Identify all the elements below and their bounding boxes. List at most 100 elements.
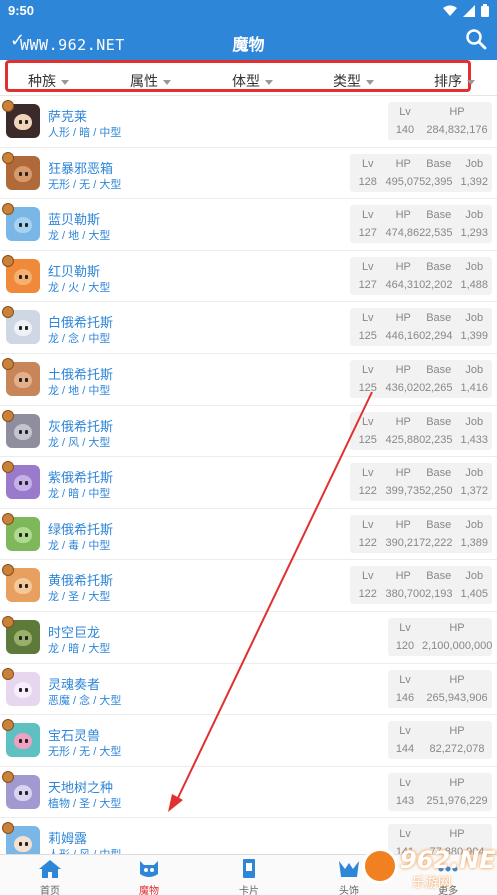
- filter-label: 排序: [434, 73, 462, 89]
- filter-race[interactable]: 种族: [28, 71, 69, 91]
- avatar-eye: [25, 842, 28, 847]
- stat-column: Lv 128: [350, 154, 386, 192]
- filter-label: 属性: [130, 73, 158, 89]
- list-item[interactable]: 白俄希托斯龙 / 念 / 中型 Lv 125 HP 446,160 Base 2,294 Jo…: [0, 302, 497, 354]
- monster-info: 人形 / 暗 / 中型: [48, 127, 122, 139]
- list-item[interactable]: 时空巨龙龙 / 暗 / 大型 Lv 120 HP 2,100,000,000: [0, 612, 497, 664]
- avatar-eye: [25, 223, 28, 228]
- list-item[interactable]: 萨克莱 人形 / 暗 / 中型 Lv 140 HP 284,832,176: [0, 96, 497, 148]
- nav-home[interactable]: 首页: [0, 855, 100, 895]
- list-item[interactable]: 紫俄希托斯龙 / 暗 / 中型 Lv 122 HP 399,735 Base 2,250 Jo…: [0, 457, 497, 509]
- stat-label: Base: [426, 312, 452, 325]
- stat-column: Lv 122: [350, 463, 386, 501]
- stat-label: Lv: [399, 725, 411, 738]
- list-item[interactable]: 宝石灵兽 无形 / 无 / 大型 Lv 144 HP 82,272,078: [0, 715, 497, 767]
- page-title: 魔物: [232, 37, 265, 54]
- stat-value: 122: [358, 536, 377, 549]
- avatar-eye: [25, 739, 28, 744]
- filter-bar: 种族 属性 体型 类型 排序: [0, 60, 497, 96]
- stat-value: 436,020: [385, 382, 426, 394]
- battery-icon: [481, 4, 489, 17]
- monster-name: 绿俄希托斯: [48, 521, 114, 537]
- stat-label: Lv: [361, 209, 374, 222]
- monster-name: 萨克莱: [48, 109, 88, 124]
- avatar-eye: [19, 429, 22, 434]
- avatar-eye: [19, 532, 22, 537]
- stat-label: HP: [395, 518, 411, 531]
- stat-value: 143: [395, 794, 415, 807]
- stat-label: Lv: [361, 570, 374, 583]
- stat-value: 1,392: [460, 175, 489, 188]
- monster-info: 龙 / 地 / 大型: [48, 230, 111, 243]
- monster-stats: Lv 128 HP 495,075 Base 2,395 Job 1,392: [350, 153, 492, 192]
- stat-value: 2,294: [424, 330, 453, 343]
- monster-stats: Lv 120 HP 2,100,000,000: [388, 618, 492, 656]
- nav-monster[interactable]: 魔物: [99, 855, 199, 895]
- stat-value: 127: [358, 227, 377, 240]
- stat-column: Job 1,399: [457, 308, 493, 346]
- monster-stats: Lv 122 HP 399,735 Base 2,250 Job 1,372: [350, 463, 492, 502]
- monster-info: 龙 / 地 / 中型: [48, 385, 111, 397]
- stat-value: 2,193: [424, 588, 453, 601]
- monster-info: 龙 / 暗 / 大型: [48, 643, 111, 655]
- monster-name: 蓝贝勒斯: [48, 212, 101, 228]
- stat-value: 2,535: [424, 227, 453, 240]
- avatar-eye: [25, 378, 28, 382]
- stat-label: HP: [395, 260, 411, 273]
- stat-column: Base 2,265: [421, 360, 457, 398]
- avatar-eye: [19, 687, 22, 692]
- list-item[interactable]: 红贝勒斯龙 / 火 / 大型 Lv 127 HP 464,310 Base 2,202 Job…: [0, 251, 497, 303]
- site-logo-watermark: 962.NET 乐游网: [360, 842, 497, 894]
- stat-label: Lv: [361, 467, 374, 480]
- stat-value: 2,202: [424, 278, 453, 291]
- monster-info: 龙 / 毒 / 中型: [48, 539, 111, 552]
- stat-column: Base 2,395: [421, 154, 457, 192]
- monster-stats: Lv 143 HP 251,976,229: [388, 772, 492, 811]
- filter-size[interactable]: 体型: [232, 71, 273, 91]
- stat-column: HP 380,700: [385, 566, 426, 604]
- stat-label: Base: [426, 364, 452, 376]
- stat-value: 265,943,906: [426, 691, 488, 704]
- list-item[interactable]: 绿俄希托斯龙 / 毒 / 中型 Lv 122 HP 390,217 Base 2,222 Jo…: [0, 509, 497, 561]
- stat-column: HP 2,100,000,000: [422, 618, 492, 656]
- list-item[interactable]: 狂暴邪恶箱 无形 / 无 / 大型 Lv 128 HP 495,075 Base 2,395 J…: [0, 148, 497, 200]
- stat-column: Base 2,202: [421, 257, 457, 295]
- list-item[interactable]: 蓝贝勒斯龙 / 地 / 大型 Lv 127 HP 474,862 Base 2,535 Job…: [0, 199, 497, 251]
- filter-element[interactable]: 属性: [130, 71, 171, 91]
- list-item[interactable]: 黄俄希托斯龙 / 圣 / 大型 Lv 122 HP 380,700 Base 2,193 Jo…: [0, 560, 497, 612]
- monster-info: 植物 / 圣 / 大型: [48, 797, 122, 810]
- stat-column: Lv 127: [350, 257, 386, 295]
- stat-column: Lv 125: [350, 360, 386, 398]
- stat-value: 125: [358, 382, 377, 394]
- stat-column: Base 2,222: [421, 515, 457, 553]
- stat-label: Job: [465, 157, 484, 170]
- search-icon[interactable]: [465, 28, 487, 50]
- filter-sort[interactable]: 排序: [434, 71, 475, 91]
- monster-info: 龙 / 火 / 大型: [48, 281, 111, 294]
- avatar-face: [14, 320, 32, 337]
- monster-name: 白俄希托斯: [48, 315, 114, 331]
- boss-badge-icon: [2, 770, 14, 783]
- list-item[interactable]: 灵魂奏者 恶魔 / 念 / 大型 Lv 146 HP 265,943,906: [0, 664, 497, 716]
- stat-column: HP 425,880: [386, 412, 426, 450]
- avatar-face: [14, 268, 32, 285]
- list-item[interactable]: 灰俄希托斯龙 / 风 / 大型 Lv 125 HP 425,880 Base 2,235 Jo…: [0, 406, 497, 458]
- stat-label: Lv: [399, 776, 411, 789]
- avatar-face: [14, 475, 32, 492]
- filter-type[interactable]: 类型: [333, 71, 374, 91]
- avatar-eye: [25, 790, 28, 795]
- monster-name: 时空巨龙: [48, 625, 101, 640]
- stat-value: 140: [395, 124, 415, 136]
- stat-label: Job: [465, 312, 484, 325]
- filter-label: 种族: [28, 73, 56, 89]
- list-item[interactable]: 天地树之种 植物 / 圣 / 大型 Lv 143 HP 251,976,229: [0, 767, 497, 819]
- nav-card[interactable]: 卡片: [199, 855, 299, 895]
- stat-label: Lv: [361, 157, 374, 170]
- stat-label: Base: [426, 570, 452, 583]
- stat-value: 125: [358, 330, 377, 343]
- stat-label: HP: [449, 622, 465, 634]
- list-item[interactable]: 土俄希托斯龙 / 地 / 中型 Lv 125 HP 436,020 Base 2,265 Jo…: [0, 354, 497, 406]
- stat-label: Base: [426, 467, 452, 480]
- monster-list[interactable]: 萨克莱 人形 / 暗 / 中型 Lv 140 HP 284,832,176 狂暴邪恶箱 无形 …: [0, 96, 497, 854]
- stat-value: 380,700: [385, 588, 426, 601]
